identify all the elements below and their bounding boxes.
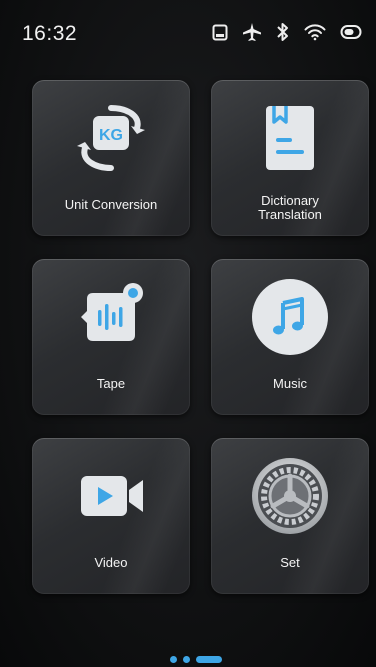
music-note-icon (250, 277, 330, 357)
kg-conversion-icon: KG (71, 98, 151, 178)
book-icon (250, 98, 330, 178)
app-label-dictionary-translation: Dictionary Translation (211, 194, 369, 222)
kg-badge-text: KG (99, 127, 123, 144)
app-label-tape: Tape (96, 376, 126, 391)
app-label-line: Dictionary (261, 193, 319, 208)
app-tile-unit-conversion[interactable]: KG Unit Conversion (32, 80, 190, 236)
app-label-music: Music (273, 376, 307, 391)
app-label-set: Set (280, 555, 300, 570)
app-tile-video[interactable]: Video (32, 438, 190, 594)
airplane-icon (242, 22, 262, 42)
home-screen: 16:32 KG Unit Conversion Dictionary Tran… (0, 0, 376, 667)
bluetooth-icon (276, 22, 290, 42)
settings-gear-icon (250, 456, 330, 536)
app-tile-dictionary-translation[interactable]: Dictionary Translation (211, 80, 369, 236)
video-camera-icon (71, 456, 151, 536)
app-tile-set[interactable]: Set (211, 438, 369, 594)
battery-icon (340, 24, 362, 40)
page-dot[interactable] (170, 656, 177, 663)
app-label-unit-conversion: Unit Conversion (64, 197, 158, 212)
status-bar: 16:32 (0, 0, 376, 72)
page-indicator (170, 656, 222, 663)
app-tile-music[interactable]: Music (211, 259, 369, 415)
app-label-line: Translation (258, 207, 322, 222)
sd-card-icon (212, 24, 228, 41)
app-tile-tape[interactable]: Tape (32, 259, 190, 415)
page-dot[interactable] (183, 656, 190, 663)
status-time: 16:32 (22, 22, 78, 45)
page-dot-active[interactable] (196, 656, 222, 663)
status-icons (212, 22, 362, 42)
app-label-video: Video (94, 555, 128, 570)
wifi-icon (304, 23, 326, 41)
voice-recorder-icon (71, 277, 151, 357)
